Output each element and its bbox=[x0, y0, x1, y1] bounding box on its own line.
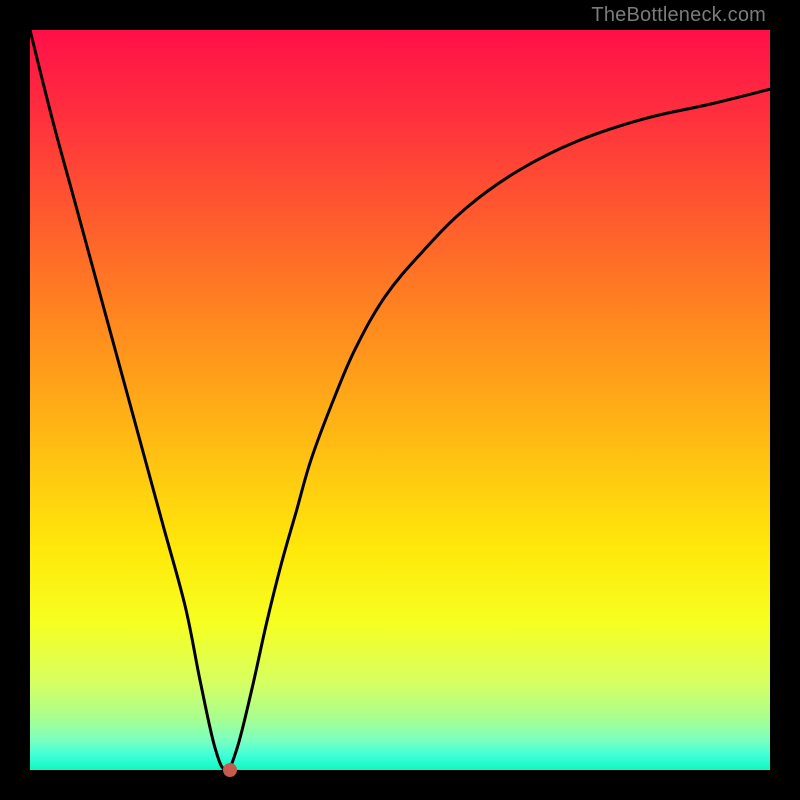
plot-area bbox=[30, 30, 770, 770]
chart-frame: TheBottleneck.com bbox=[0, 0, 800, 800]
bottleneck-curve bbox=[30, 30, 770, 770]
watermark-text: TheBottleneck.com bbox=[591, 4, 766, 27]
optimal-point-marker bbox=[223, 763, 237, 777]
